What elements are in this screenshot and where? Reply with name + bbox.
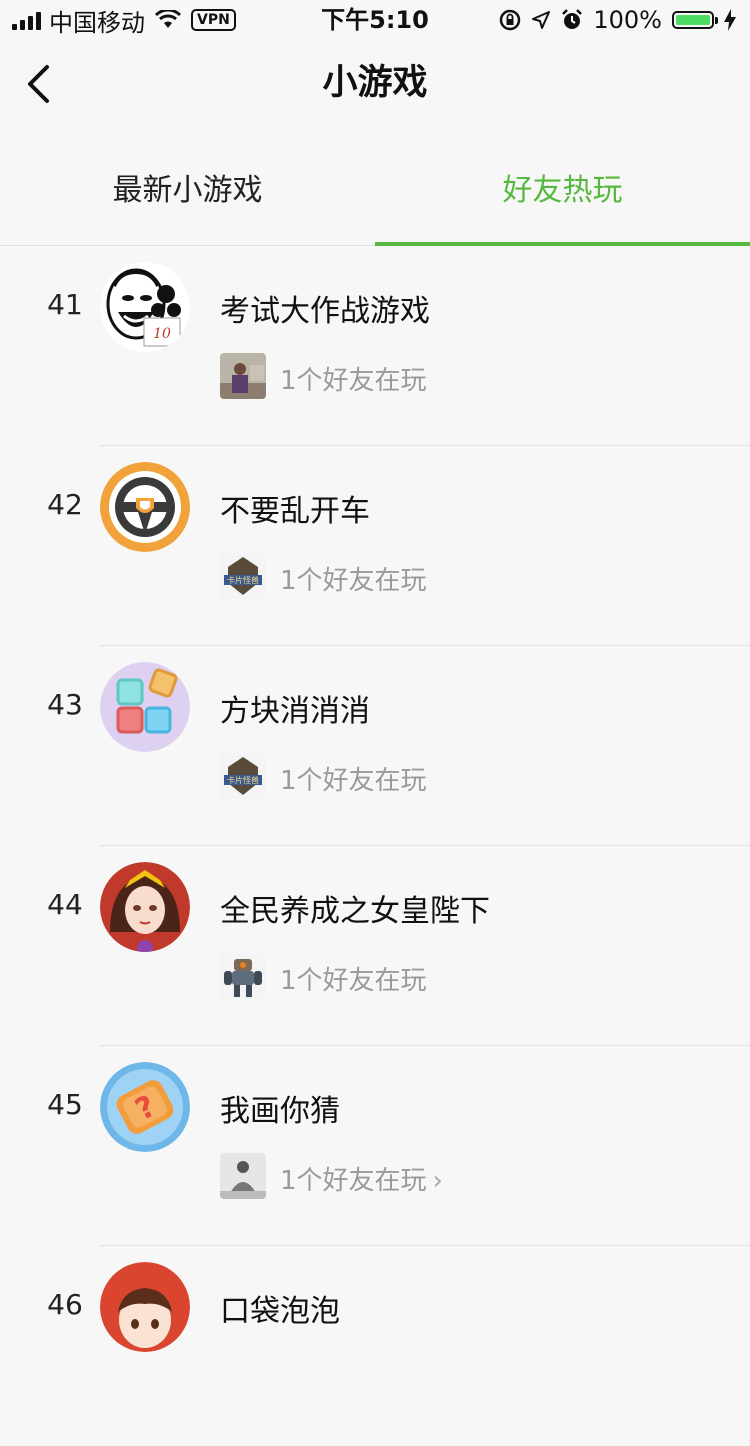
card-monster-badge-icon: 卡片怪兽 xyxy=(220,753,266,799)
list-item[interactable]: 46 口袋泡泡 xyxy=(0,1246,750,1446)
empress-portrait-icon xyxy=(100,862,190,952)
game-list: 41 10 考试大作战游戏 1个好友在玩 42 不要乱开车 卡片怪兽 1个好友在… xyxy=(0,246,750,1446)
friends-playing-text[interactable]: 1个好友在玩 › xyxy=(280,1160,443,1197)
battery-level xyxy=(676,15,710,25)
list-item[interactable]: 45 ? 我画你猜 1个好友在玩 › xyxy=(0,1046,750,1246)
list-item[interactable]: 44 全民养成之女皇陛下 1个好友在玩 xyxy=(0,846,750,1046)
rank-number: 42 xyxy=(47,488,83,521)
friends-playing-text: 1个好友在玩 xyxy=(280,760,427,797)
rank-number: 41 xyxy=(47,288,83,321)
friends-playing-text: 1个好友在玩 xyxy=(280,360,427,397)
game-name: 不要乱开车 xyxy=(220,494,370,529)
friends-playing-label: 1个好友在玩 xyxy=(280,766,427,796)
status-right: 100% xyxy=(499,6,736,34)
tab-bar: 最新小游戏 好友热玩 xyxy=(0,128,750,246)
question-card-icon: ? xyxy=(100,1062,190,1152)
battery-percent: 100% xyxy=(593,6,662,34)
location-arrow-icon xyxy=(532,11,551,29)
tab-latest-games[interactable]: 最新小游戏 xyxy=(0,128,375,245)
alarm-clock-icon xyxy=(562,9,583,29)
friends-playing-label: 1个好友在玩 xyxy=(280,366,427,396)
friends-playing-text: 1个好友在玩 xyxy=(280,960,427,997)
rank-number: 43 xyxy=(47,688,83,721)
rank-number: 44 xyxy=(47,888,83,921)
svg-text:卡片怪兽: 卡片怪兽 xyxy=(227,575,259,585)
colored-blocks-icon xyxy=(100,662,190,752)
svg-text:10: 10 xyxy=(153,326,171,342)
charging-bolt-icon xyxy=(724,9,736,31)
nav-bar: 小游戏 xyxy=(0,40,750,128)
list-item[interactable]: 41 10 考试大作战游戏 1个好友在玩 xyxy=(0,246,750,446)
tab-latest-games-label: 最新小游戏 xyxy=(112,172,263,208)
friend-photo-bw-icon xyxy=(220,1153,266,1199)
game-name: 我画你猜 xyxy=(220,1094,340,1129)
battery-icon xyxy=(672,11,718,29)
svg-text:卡片怪兽: 卡片怪兽 xyxy=(227,775,259,785)
tab-friends-playing[interactable]: 好友热玩 xyxy=(375,128,750,245)
card-monster-badge-icon: 卡片怪兽 xyxy=(220,553,266,599)
steering-wheel-icon xyxy=(100,462,190,552)
game-name: 全民养成之女皇陛下 xyxy=(220,894,490,929)
friends-playing-text: 1个好友在玩 xyxy=(280,560,427,597)
red-hood-girl-icon xyxy=(100,1262,190,1352)
meme-face-icon: 10 xyxy=(100,262,190,352)
game-name: 方块消消消 xyxy=(220,694,370,729)
rank-number: 45 xyxy=(47,1088,83,1121)
game-name: 考试大作战游戏 xyxy=(220,294,430,329)
rotation-lock-icon xyxy=(500,9,521,31)
friend-photo-icon xyxy=(220,353,266,399)
list-item[interactable]: 43 方块消消消 卡片怪兽 1个好友在玩 xyxy=(0,646,750,846)
robot-icon xyxy=(220,953,266,999)
status-bar: 中国移动 VPN 下午5:10 100% xyxy=(0,0,750,40)
chevron-right-icon: › xyxy=(432,1166,443,1196)
list-item[interactable]: 42 不要乱开车 卡片怪兽 1个好友在玩 xyxy=(0,446,750,646)
friends-playing-label: 1个好友在玩 xyxy=(280,566,427,596)
game-name: 口袋泡泡 xyxy=(220,1294,340,1329)
friends-playing-label: 1个好友在玩 xyxy=(280,1166,427,1196)
tab-friends-playing-label: 好友热玩 xyxy=(502,172,623,208)
page-title: 小游戏 xyxy=(322,63,428,103)
rank-number: 46 xyxy=(47,1288,83,1321)
friends-playing-label: 1个好友在玩 xyxy=(280,966,427,996)
